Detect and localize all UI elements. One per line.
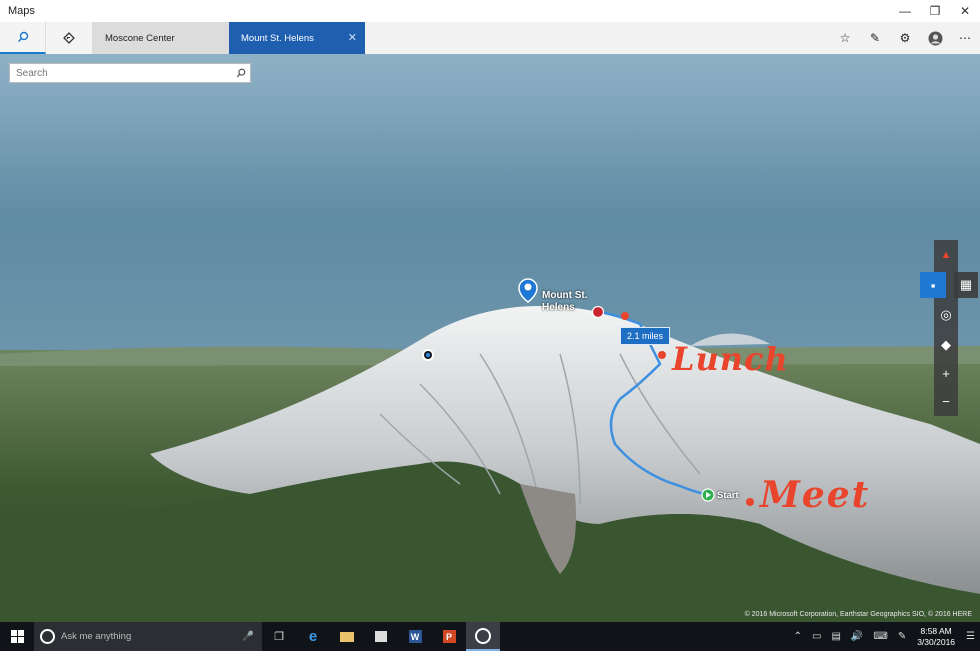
ink-note-meet: Meet xyxy=(760,474,871,516)
my-location-button[interactable]: ◎ xyxy=(934,302,958,328)
settings-button[interactable]: ⚙ xyxy=(890,22,920,54)
tab-bar: Moscone Center Mount St. Helens ✕ ☆ ✎ ⚙ … xyxy=(0,22,980,54)
tab-label: Mount St. Helens xyxy=(241,32,314,44)
taskbar: Ask me anything 🎤 ❐ e W P ⌃ ▭ ▤ 🔊 ⌨ ✎ 8:… xyxy=(0,622,980,651)
app-title: Maps xyxy=(8,5,35,17)
zoom-out-button[interactable]: − xyxy=(934,388,958,414)
search-icon xyxy=(17,31,28,43)
tab-mount-st-helens[interactable]: Mount St. Helens ✕ xyxy=(229,22,365,54)
zoom-in-button[interactable]: + xyxy=(934,360,958,386)
terrain-3d xyxy=(0,54,980,622)
start-button[interactable] xyxy=(0,622,34,651)
keyboard-icon[interactable]: ⌨ xyxy=(873,631,887,642)
account-button[interactable] xyxy=(920,22,950,54)
compass-icon: ▲ xyxy=(940,249,952,261)
battery-icon[interactable]: ▭ xyxy=(812,631,821,642)
close-tab-icon[interactable]: ✕ xyxy=(348,31,357,44)
landmark-label-line1: Mount St. xyxy=(542,290,588,301)
landmark-label[interactable]: Mount St. Helens xyxy=(542,290,588,314)
ink-button[interactable]: ✎ xyxy=(860,22,890,54)
search-input[interactable] xyxy=(10,66,232,80)
location-icon: ◎ xyxy=(940,307,952,322)
favorites-button[interactable]: ☆ xyxy=(830,22,860,54)
landmark-label-line2: Helens xyxy=(542,302,575,313)
directions-icon xyxy=(63,32,75,44)
minus-icon: − xyxy=(942,393,950,409)
minimize-button[interactable]: — xyxy=(890,0,920,22)
maps-taskbar-button[interactable] xyxy=(466,622,500,651)
microphone-icon[interactable]: 🎤 xyxy=(242,631,254,642)
ink-note-lunch: Lunch xyxy=(672,340,789,378)
word-button[interactable]: W xyxy=(398,622,432,651)
more-button[interactable]: ⋯ xyxy=(950,22,980,54)
edge-icon: e xyxy=(308,628,318,645)
close-window-button[interactable]: ✕ xyxy=(950,0,980,22)
directions-button[interactable] xyxy=(46,22,93,54)
more-icon: ⋯ xyxy=(959,31,971,45)
map-views-button[interactable]: ▦ xyxy=(954,272,978,298)
map-view[interactable]: Mount St. Helens 2.1 miles Start Lunch M… xyxy=(0,54,980,622)
layers-button[interactable]: ◆ xyxy=(934,332,958,358)
word-icon: W xyxy=(408,630,422,643)
volume-icon[interactable]: 🔊 xyxy=(851,631,863,642)
powerpoint-icon: P xyxy=(442,630,456,643)
avatar xyxy=(928,31,942,45)
search-icon[interactable] xyxy=(232,68,250,78)
chevron-up-icon[interactable]: ⌃ xyxy=(794,631,802,642)
plus-icon: + xyxy=(942,365,950,381)
windows-ink-icon[interactable]: ✎ xyxy=(898,631,906,642)
network-icon[interactable]: ▤ xyxy=(831,631,840,642)
task-view-button[interactable]: ❐ xyxy=(262,622,296,651)
clock-date: 3/30/2016 xyxy=(917,636,956,647)
clock[interactable]: 8:58 AM 3/30/2016 xyxy=(917,626,955,648)
cortana-placeholder: Ask me anything xyxy=(61,631,132,642)
edge-button[interactable]: e xyxy=(296,622,330,651)
powerpoint-button[interactable]: P xyxy=(432,622,466,651)
folder-icon xyxy=(340,631,354,642)
compass-button[interactable]: ▲ xyxy=(934,242,958,268)
tab-moscone-center[interactable]: Moscone Center xyxy=(93,22,229,54)
tilt-icon: ▪ xyxy=(930,277,936,293)
tilt-3d-button[interactable]: ▪ xyxy=(920,272,946,298)
start-label: Start xyxy=(717,490,739,501)
store-icon xyxy=(375,631,387,642)
distance-badge[interactable]: 2.1 miles xyxy=(620,327,671,345)
cortana-search[interactable]: Ask me anything 🎤 xyxy=(34,622,262,651)
file-explorer-button[interactable] xyxy=(330,622,364,651)
cortana-icon xyxy=(40,629,55,644)
map-copyright: © 2016 Microsoft Corporation, Earthstar … xyxy=(744,611,972,618)
title-bar: Maps — ❐ ✕ xyxy=(0,0,980,22)
system-tray: ⌃ ▭ ▤ 🔊 ⌨ ✎ 8:58 AM 3/30/2016 ☰ xyxy=(789,626,980,648)
grid-icon: ▦ xyxy=(959,277,973,292)
windows-icon xyxy=(10,630,24,643)
restore-button[interactable]: ❐ xyxy=(920,0,950,22)
store-button[interactable] xyxy=(364,622,398,651)
toolbar-right: ☆ ✎ ⚙ ⋯ xyxy=(830,22,980,54)
star-icon: ☆ xyxy=(839,31,851,45)
clock-time: 8:58 AM xyxy=(920,625,952,636)
gear-icon: ⚙ xyxy=(899,31,911,45)
search-box[interactable] xyxy=(9,63,251,83)
search-tab-button[interactable] xyxy=(0,22,46,54)
map-controls: ▲ ▪ ▦ ◎ ◆ + − xyxy=(920,240,978,416)
pen-icon: ✎ xyxy=(869,31,881,45)
task-view-icon: ❐ xyxy=(274,631,284,643)
layers-icon: ◆ xyxy=(941,337,951,352)
maps-icon xyxy=(475,627,491,644)
tab-bar-spacer xyxy=(365,22,830,54)
notifications-icon[interactable]: ☰ xyxy=(966,631,975,642)
tab-label: Moscone Center xyxy=(105,32,175,44)
